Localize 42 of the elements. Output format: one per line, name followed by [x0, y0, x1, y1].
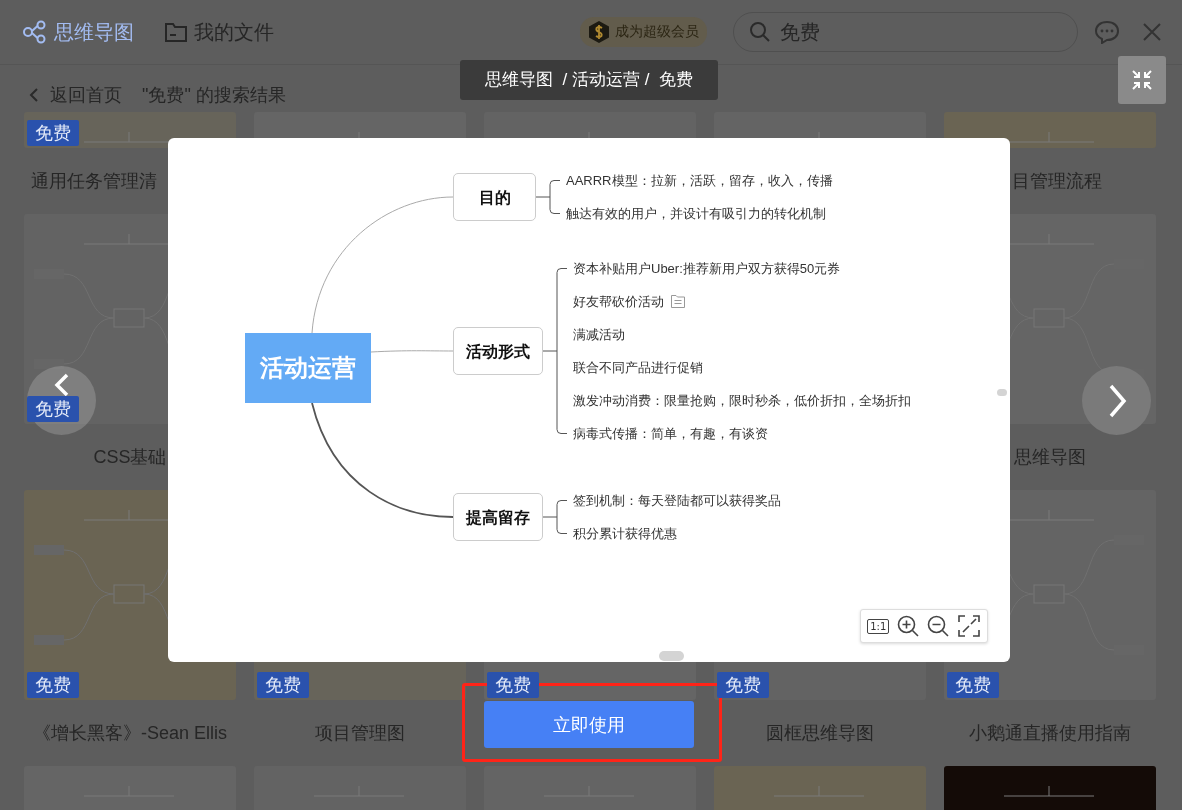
leaf-node[interactable]: AARRR模型：拉新，活跃，留存，收入，传播 [566, 171, 833, 190]
collapse-icon [1130, 68, 1154, 92]
free-badge: 免费 [27, 396, 79, 422]
chevron-left-icon [53, 373, 70, 397]
mindmap-icon [22, 20, 48, 44]
bracket-line [535, 180, 561, 214]
zoom-out-icon[interactable] [926, 614, 951, 638]
leaf-node[interactable]: 资本补贴用户Uber:推荐新用户双方获得50元券 [573, 259, 841, 278]
free-badge: 免费 [717, 672, 769, 698]
actual-size-button[interactable]: 1:1 [867, 618, 890, 634]
leaf-node[interactable]: 签到机制：每天登陆都可以获得奖品 [573, 491, 781, 510]
branch-node[interactable]: 活动形式 [453, 327, 543, 375]
free-badge: 免费 [27, 672, 79, 698]
dollar-icon [588, 20, 610, 44]
folder-icon [164, 21, 188, 43]
leaf-node[interactable]: 好友帮砍价活动 [573, 292, 664, 311]
search-icon [749, 21, 771, 43]
leaf-node[interactable]: 满减活动 [573, 325, 625, 344]
zoom-in-icon[interactable] [895, 614, 920, 638]
collapse-button[interactable] [1118, 56, 1166, 104]
root-node[interactable]: 活动运营 [245, 333, 371, 403]
leaf-node[interactable]: 触达有效的用户，并设计有吸引力的转化机制 [566, 204, 826, 223]
search-field[interactable]: 免费 [733, 12, 1078, 52]
free-badge: 免费 [487, 672, 539, 698]
leaf-node[interactable]: 激发冲动消费：限量抢购，限时秒杀，低价折扣，全场折扣 [573, 391, 911, 410]
fit-icon[interactable] [956, 614, 981, 638]
nav-tab[interactable]: 思维导图 [22, 18, 134, 46]
free-badge: 免费 [257, 672, 309, 698]
note-icon[interactable] [670, 294, 686, 309]
scrollbar-thumb[interactable] [659, 651, 684, 661]
branch-node[interactable]: 提高留存 [453, 493, 543, 541]
leaf-node[interactable]: 积分累计获得优惠 [573, 524, 677, 543]
leaf-node[interactable]: 病毒式传播：简单，有趣，有谈资 [573, 424, 768, 443]
scrollbar-thumb[interactable] [997, 389, 1007, 396]
free-badge: 免费 [27, 120, 79, 146]
use-now-button[interactable]: 立即使用 [484, 701, 694, 748]
leaf-node[interactable]: 联合不同产品进行促销 [573, 358, 703, 377]
branch-node[interactable]: 目的 [453, 173, 536, 221]
bracket-line [542, 500, 568, 534]
chevron-left-icon [28, 87, 40, 103]
free-badge: 免费 [947, 672, 999, 698]
breadcrumb: 思维导图 / 活动运营 / 免费 [460, 60, 718, 100]
